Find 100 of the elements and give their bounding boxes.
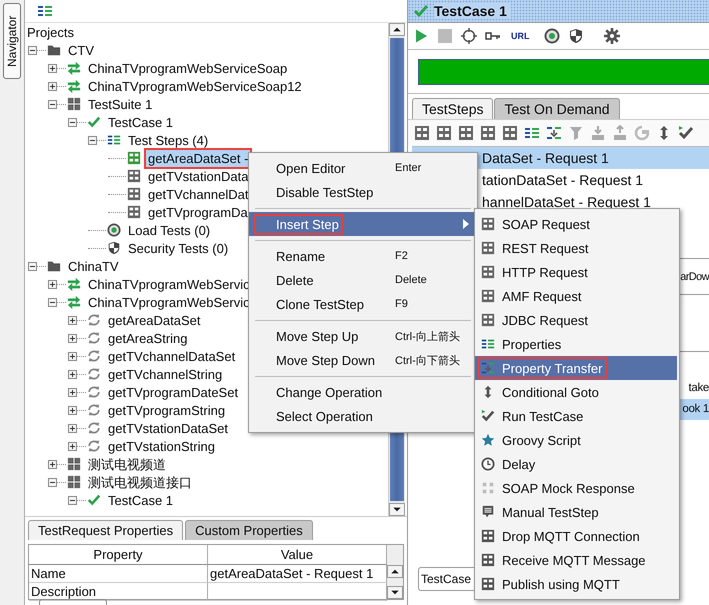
menu-item[interactable]: SOAP Request: [475, 212, 679, 236]
menu-item[interactable]: Insert Step: [249, 212, 477, 236]
tree-item[interactable]: getTVchannelDat: [146, 186, 250, 202]
properties-tab[interactable]: TestRequest Properties: [28, 520, 184, 540]
transfer-icon[interactable]: [546, 125, 562, 141]
menu-item[interactable]: Move Step Up Ctrl-向上箭头: [249, 324, 477, 348]
expand-toggle[interactable]: [48, 298, 57, 306]
expand-toggle[interactable]: [68, 496, 77, 504]
tree-item[interactable]: getTVstationString: [106, 438, 217, 454]
column-header[interactable]: Property: [29, 545, 208, 565]
url-button[interactable]: URL: [511, 31, 530, 41]
tree-item[interactable]: getTVprogramDateSet: [106, 384, 240, 400]
refresh-icon: [87, 385, 101, 399]
expand-toggle[interactable]: [48, 100, 57, 108]
expand-toggle[interactable]: [68, 406, 77, 414]
menu-item[interactable]: Conditional Goto: [475, 380, 679, 404]
tree-item[interactable]: Test Steps (4): [126, 132, 210, 148]
tree-item[interactable]: TestCase 1: [106, 492, 176, 508]
expand-toggle[interactable]: [48, 64, 57, 72]
tree-item[interactable]: ChinaTV: [66, 258, 121, 274]
menu-item[interactable]: Properties: [475, 332, 679, 356]
editor-tab[interactable]: TestSteps: [412, 98, 494, 119]
swap-arrows-icon: [67, 79, 81, 93]
menu-item[interactable]: Disable TestStep: [249, 180, 477, 204]
tile-icon[interactable]: [414, 125, 430, 141]
tile-icon[interactable]: [480, 125, 496, 141]
tree-item[interactable]: getAreaDataSet: [106, 312, 203, 328]
tree-item[interactable]: getTVchannelString: [106, 366, 224, 382]
tree-item[interactable]: 测试电视频道接口: [86, 474, 194, 490]
expand-toggle[interactable]: [28, 46, 37, 54]
shield-icon[interactable]: [568, 28, 584, 44]
navigator-tab[interactable]: Navigator: [3, 3, 21, 79]
tree-item[interactable]: getAreaString: [106, 330, 190, 346]
menu-item[interactable]: Run TestCase: [475, 404, 679, 428]
menu-item[interactable]: Groovy Script: [475, 428, 679, 452]
target-icon[interactable]: [461, 28, 477, 44]
menu-item[interactable]: SOAP Mock Response: [475, 476, 679, 500]
expand-toggle[interactable]: [68, 352, 77, 360]
tree-item[interactable]: getTVprogramDa: [146, 204, 250, 220]
tree-item[interactable]: ChinaTVprogramWebServiceSoap: [86, 60, 290, 76]
tree-item[interactable]: getAreaDataSet -: [146, 150, 250, 166]
gauge-icon[interactable]: [544, 28, 560, 44]
editor-tab[interactable]: Test On Demand: [494, 98, 620, 119]
tree-item[interactable]: ChinaTVprogramWebServic: [86, 276, 252, 292]
scroll-up-icon[interactable]: [389, 23, 405, 36]
menu-item[interactable]: Manual TestStep: [475, 500, 679, 524]
tree-item[interactable]: 测试电视频道: [86, 456, 168, 472]
scroll-down-icon[interactable]: [387, 586, 403, 599]
expand-toggle[interactable]: [28, 262, 37, 270]
expand-toggle[interactable]: [68, 388, 77, 396]
scroll-down-icon[interactable]: [389, 503, 405, 516]
menu-item[interactable]: Select Operation: [249, 404, 477, 428]
list-icon[interactable]: [524, 125, 540, 141]
scroll-up-icon[interactable]: [387, 565, 403, 578]
scrollbar[interactable]: [387, 545, 403, 599]
expand-toggle[interactable]: [68, 442, 77, 450]
menu-item[interactable]: Rename F2: [249, 244, 477, 268]
properties-tab[interactable]: Custom Properties: [185, 520, 313, 540]
tree-item[interactable]: TestSuite 1: [86, 96, 154, 112]
menu-item[interactable]: Change Operation: [249, 380, 477, 404]
menu-item[interactable]: REST Request: [475, 236, 679, 260]
column-header[interactable]: Value: [208, 545, 387, 565]
expand-toggle[interactable]: [48, 280, 57, 288]
expand-toggle[interactable]: [68, 334, 77, 342]
tree-item[interactable]: getTVprogramString: [106, 402, 228, 418]
expand-toggle[interactable]: [68, 424, 77, 432]
tree-item[interactable]: Security Tests (0): [126, 240, 230, 256]
menu-item[interactable]: Clone TestStep F9: [249, 292, 477, 316]
menu-item[interactable]: JDBC Request: [475, 308, 679, 332]
menu-item[interactable]: Receive MQTT Message: [475, 548, 679, 572]
tree-item[interactable]: Load Tests (0): [126, 222, 212, 238]
expand-toggle[interactable]: [68, 316, 77, 324]
check-icon[interactable]: [678, 125, 694, 141]
tree-item[interactable]: getTVstationDataSet: [106, 420, 230, 436]
expand-toggle[interactable]: [48, 478, 57, 486]
tree-item[interactable]: TestCase 1: [106, 114, 176, 130]
menu-item[interactable]: Property Transfer: [475, 356, 677, 380]
menu-item[interactable]: Move Step Down Ctrl-向下箭头: [249, 348, 477, 372]
expand-toggle[interactable]: [68, 118, 77, 126]
tile-icon[interactable]: [436, 125, 452, 141]
tree-item[interactable]: getTVstationData: [146, 168, 250, 184]
tree-item[interactable]: getTVchannelDataSet: [106, 348, 238, 364]
tree-item[interactable]: ChinaTVprogramWebServic: [86, 294, 252, 310]
menu-item[interactable]: Drop MQTT Connection: [475, 524, 679, 548]
menu-item[interactable]: HTTP Request: [475, 260, 679, 284]
expand-toggle[interactable]: [48, 460, 57, 468]
tile-icon[interactable]: [502, 125, 518, 141]
list-icon[interactable]: [37, 3, 53, 19]
menu-item[interactable]: Publish using MQTT: [475, 572, 679, 596]
tree-item[interactable]: CTV: [66, 42, 96, 58]
expand-toggle[interactable]: [48, 82, 57, 90]
play-icon[interactable]: [413, 28, 429, 44]
tree-item[interactable]: ChinaTVprogramWebServiceSoap12: [86, 78, 304, 94]
expand-toggle[interactable]: [68, 370, 77, 378]
menu-item[interactable]: AMF Request: [475, 284, 679, 308]
settings-icon[interactable]: [604, 28, 620, 44]
expand-toggle[interactable]: [88, 136, 97, 144]
menu-item[interactable]: Delay: [475, 452, 679, 476]
tile-icon[interactable]: [458, 125, 474, 141]
menu-item[interactable]: Delete Delete: [249, 268, 477, 292]
